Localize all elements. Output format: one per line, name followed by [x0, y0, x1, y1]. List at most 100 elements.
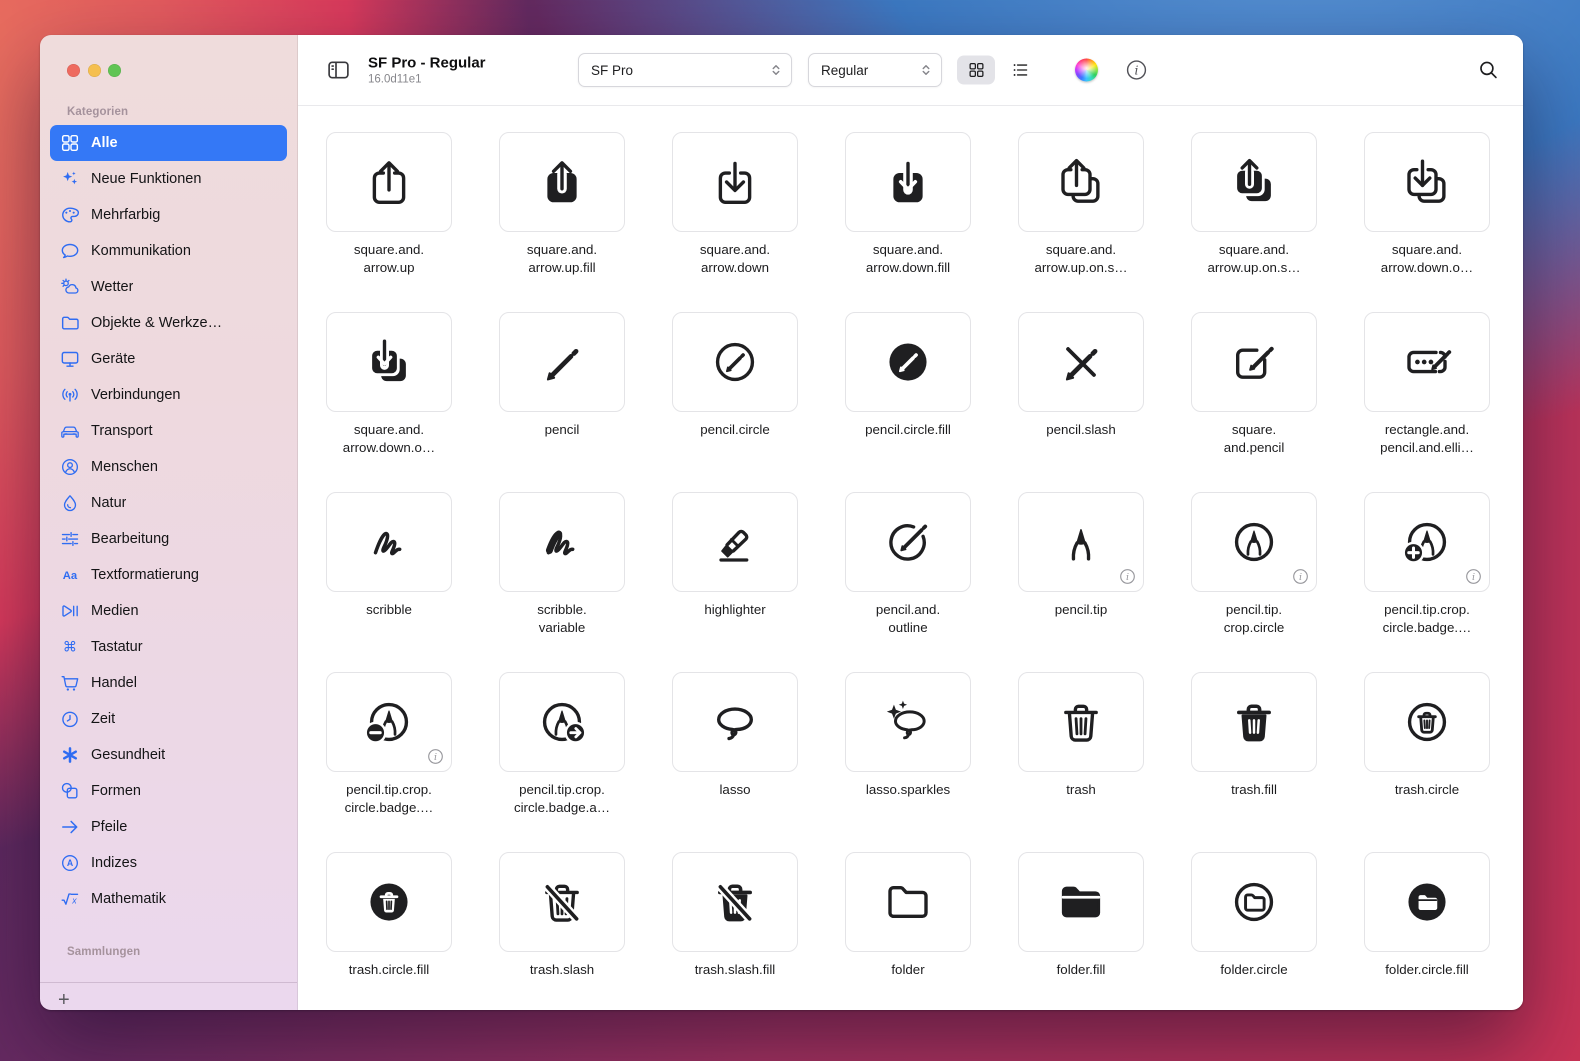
font-dropdown[interactable]: SF Pro	[578, 53, 792, 87]
symbol-card-folder.circle.fill[interactable]	[1364, 852, 1490, 952]
info-badge-icon[interactable]: i	[1119, 568, 1136, 585]
square.and.arrow.up.on.square-icon	[1054, 155, 1108, 209]
symbol-cell: folder.circle.fill	[1364, 852, 1490, 1004]
trash-icon	[1054, 695, 1108, 749]
symbol-card-trash[interactable]	[1018, 672, 1144, 772]
symbol-card-pencil.circle[interactable]	[672, 312, 798, 412]
sidebar-item-kommunikation[interactable]: Kommunikation	[50, 233, 287, 269]
symbol-card-square.and.pencil[interactable]	[1191, 312, 1317, 412]
weight-dropdown[interactable]: Regular	[808, 53, 942, 87]
symbol-card-rectangle.and.pencil.and.ellipsis[interactable]	[1364, 312, 1490, 412]
sidebar-item-zeit[interactable]: Zeit	[50, 701, 287, 737]
symbol-card-pencil.tip.crop.circle[interactable]: i	[1191, 492, 1317, 592]
symbol-card-lasso.sparkles[interactable]	[845, 672, 971, 772]
info-badge-icon[interactable]: i	[1465, 568, 1482, 585]
symbol-label: lasso.sparkles	[845, 781, 971, 799]
sidebar-item-label: Textformatierung	[91, 567, 199, 583]
window-controls	[40, 35, 297, 77]
speech-bubble-icon	[58, 240, 82, 262]
sidebar-item-handel[interactable]: Handel	[50, 665, 287, 701]
svg-text:i: i	[1472, 572, 1475, 583]
symbol-card-trash.circle.fill[interactable]	[326, 852, 452, 952]
symbol-card-folder.fill[interactable]	[1018, 852, 1144, 952]
info-badge-icon[interactable]: i	[1292, 568, 1309, 585]
symbol-label: pencil.slash	[1018, 421, 1144, 439]
sidebar-item-mehrfarbig[interactable]: Mehrfarbig	[50, 197, 287, 233]
symbol-label: rectangle.and.pencil.and.elli…	[1364, 421, 1490, 456]
symbol-card-highlighter[interactable]	[672, 492, 798, 592]
zoom-button[interactable]	[108, 64, 121, 77]
symbol-card-pencil.tip[interactable]: i	[1018, 492, 1144, 592]
symbol-card-square.and.arrow.up[interactable]	[326, 132, 452, 232]
symbol-card-square.and.arrow.down.fill[interactable]	[845, 132, 971, 232]
symbol-card-pencil.slash[interactable]	[1018, 312, 1144, 412]
symbol-card-pencil.tip.crop.circle.badge.minus[interactable]: i	[326, 672, 452, 772]
symbol-card-folder[interactable]	[845, 852, 971, 952]
pencil.tip.crop.circle.badge.arrow-icon	[535, 695, 589, 749]
sidebar-item-natur[interactable]: Natur	[50, 485, 287, 521]
svg-text:A: A	[67, 858, 74, 868]
symbol-cell: scribble	[326, 492, 452, 644]
symbol-card-trash.fill[interactable]	[1191, 672, 1317, 772]
search-icon[interactable]	[1478, 60, 1499, 81]
sidebar-item-menschen[interactable]: Menschen	[50, 449, 287, 485]
sidebar-item-geräte[interactable]: Geräte	[50, 341, 287, 377]
symbol-card-trash.slash.fill[interactable]	[672, 852, 798, 952]
symbol-card-lasso[interactable]	[672, 672, 798, 772]
info-badge-icon[interactable]: i	[427, 748, 444, 765]
symbol-card-square.and.arrow.up.on.square.fill[interactable]	[1191, 132, 1317, 232]
sidebar-item-formen[interactable]: Formen	[50, 773, 287, 809]
sidebar-item-medien[interactable]: Medien	[50, 593, 287, 629]
symbol-card-pencil[interactable]	[499, 312, 625, 412]
highlighter-icon	[708, 515, 762, 569]
sidebar-item-label: Mathematik	[91, 891, 166, 907]
symbol-card-pencil.and.outline[interactable]	[845, 492, 971, 592]
sidebar-item-mathematik[interactable]: x Mathematik	[50, 881, 287, 917]
star-of-life-icon	[58, 744, 82, 766]
color-wheel-icon[interactable]	[1075, 59, 1098, 82]
list-view-button[interactable]	[1001, 56, 1039, 85]
symbol-card-trash.circle[interactable]	[1364, 672, 1490, 772]
symbol-cell: ipencil.tip	[1018, 492, 1144, 644]
sidebar-item-objekte-werkze[interactable]: Objekte & Werkze…	[50, 305, 287, 341]
sidebar-item-bearbeitung[interactable]: Bearbeitung	[50, 521, 287, 557]
grid-view-button[interactable]	[957, 56, 995, 85]
square.and.arrow.up-icon	[362, 155, 416, 209]
symbol-card-scribble[interactable]	[326, 492, 452, 592]
symbol-card-square.and.arrow.down.on.square[interactable]	[1364, 132, 1490, 232]
sidebar-toggle-icon[interactable]	[326, 58, 351, 83]
symbol-card-pencil.tip.crop.circle.badge.plus[interactable]: i	[1364, 492, 1490, 592]
symbol-label: trash.slash.fill	[672, 961, 798, 979]
sidebar-item-label: Handel	[91, 675, 137, 691]
symbol-card-pencil.tip.crop.circle.badge.arrow[interactable]	[499, 672, 625, 772]
command-key-icon: ⌘	[58, 636, 82, 658]
symbol-card-square.and.arrow.down.on.square.fill[interactable]	[326, 312, 452, 412]
sidebar-item-indizes[interactable]: AIndizes	[50, 845, 287, 881]
sidebar-item-label: Kommunikation	[91, 243, 191, 259]
sidebar-item-transport[interactable]: Transport	[50, 413, 287, 449]
symbol-card-pencil.circle.fill[interactable]	[845, 312, 971, 412]
sidebar-item-wetter[interactable]: Wetter	[50, 269, 287, 305]
symbol-card-square.and.arrow.up.fill[interactable]	[499, 132, 625, 232]
symbol-cell: square.and.arrow.up.fill	[499, 132, 625, 284]
sidebar-item-pfeile[interactable]: Pfeile	[50, 809, 287, 845]
symbol-card-square.and.arrow.up.on.square[interactable]	[1018, 132, 1144, 232]
sidebar-item-neue-funktionen[interactable]: Neue Funktionen	[50, 161, 287, 197]
close-button[interactable]	[67, 64, 80, 77]
sidebar-item-gesundheit[interactable]: Gesundheit	[50, 737, 287, 773]
add-collection-button[interactable]: +	[40, 983, 70, 1010]
sidebar-item-verbindungen[interactable]: Verbindungen	[50, 377, 287, 413]
symbol-card-trash.slash[interactable]	[499, 852, 625, 952]
symbol-card-scribble.variable[interactable]	[499, 492, 625, 592]
sqrt-x-icon: x	[58, 888, 82, 910]
symbol-card-folder.circle[interactable]	[1191, 852, 1317, 952]
sidebar-item-alle[interactable]: Alle	[50, 125, 287, 161]
minimize-button[interactable]	[88, 64, 101, 77]
person-circle-icon	[58, 456, 82, 478]
symbol-cell: pencil.tip.crop.circle.badge.a…	[499, 672, 625, 824]
info-circle-icon[interactable]: i	[1125, 59, 1148, 82]
a-circle-icon: A	[58, 852, 82, 874]
sidebar-item-tastatur[interactable]: ⌘Tastatur	[50, 629, 287, 665]
symbol-card-square.and.arrow.down[interactable]	[672, 132, 798, 232]
sidebar-item-textformatierung[interactable]: AaTextformatierung	[50, 557, 287, 593]
